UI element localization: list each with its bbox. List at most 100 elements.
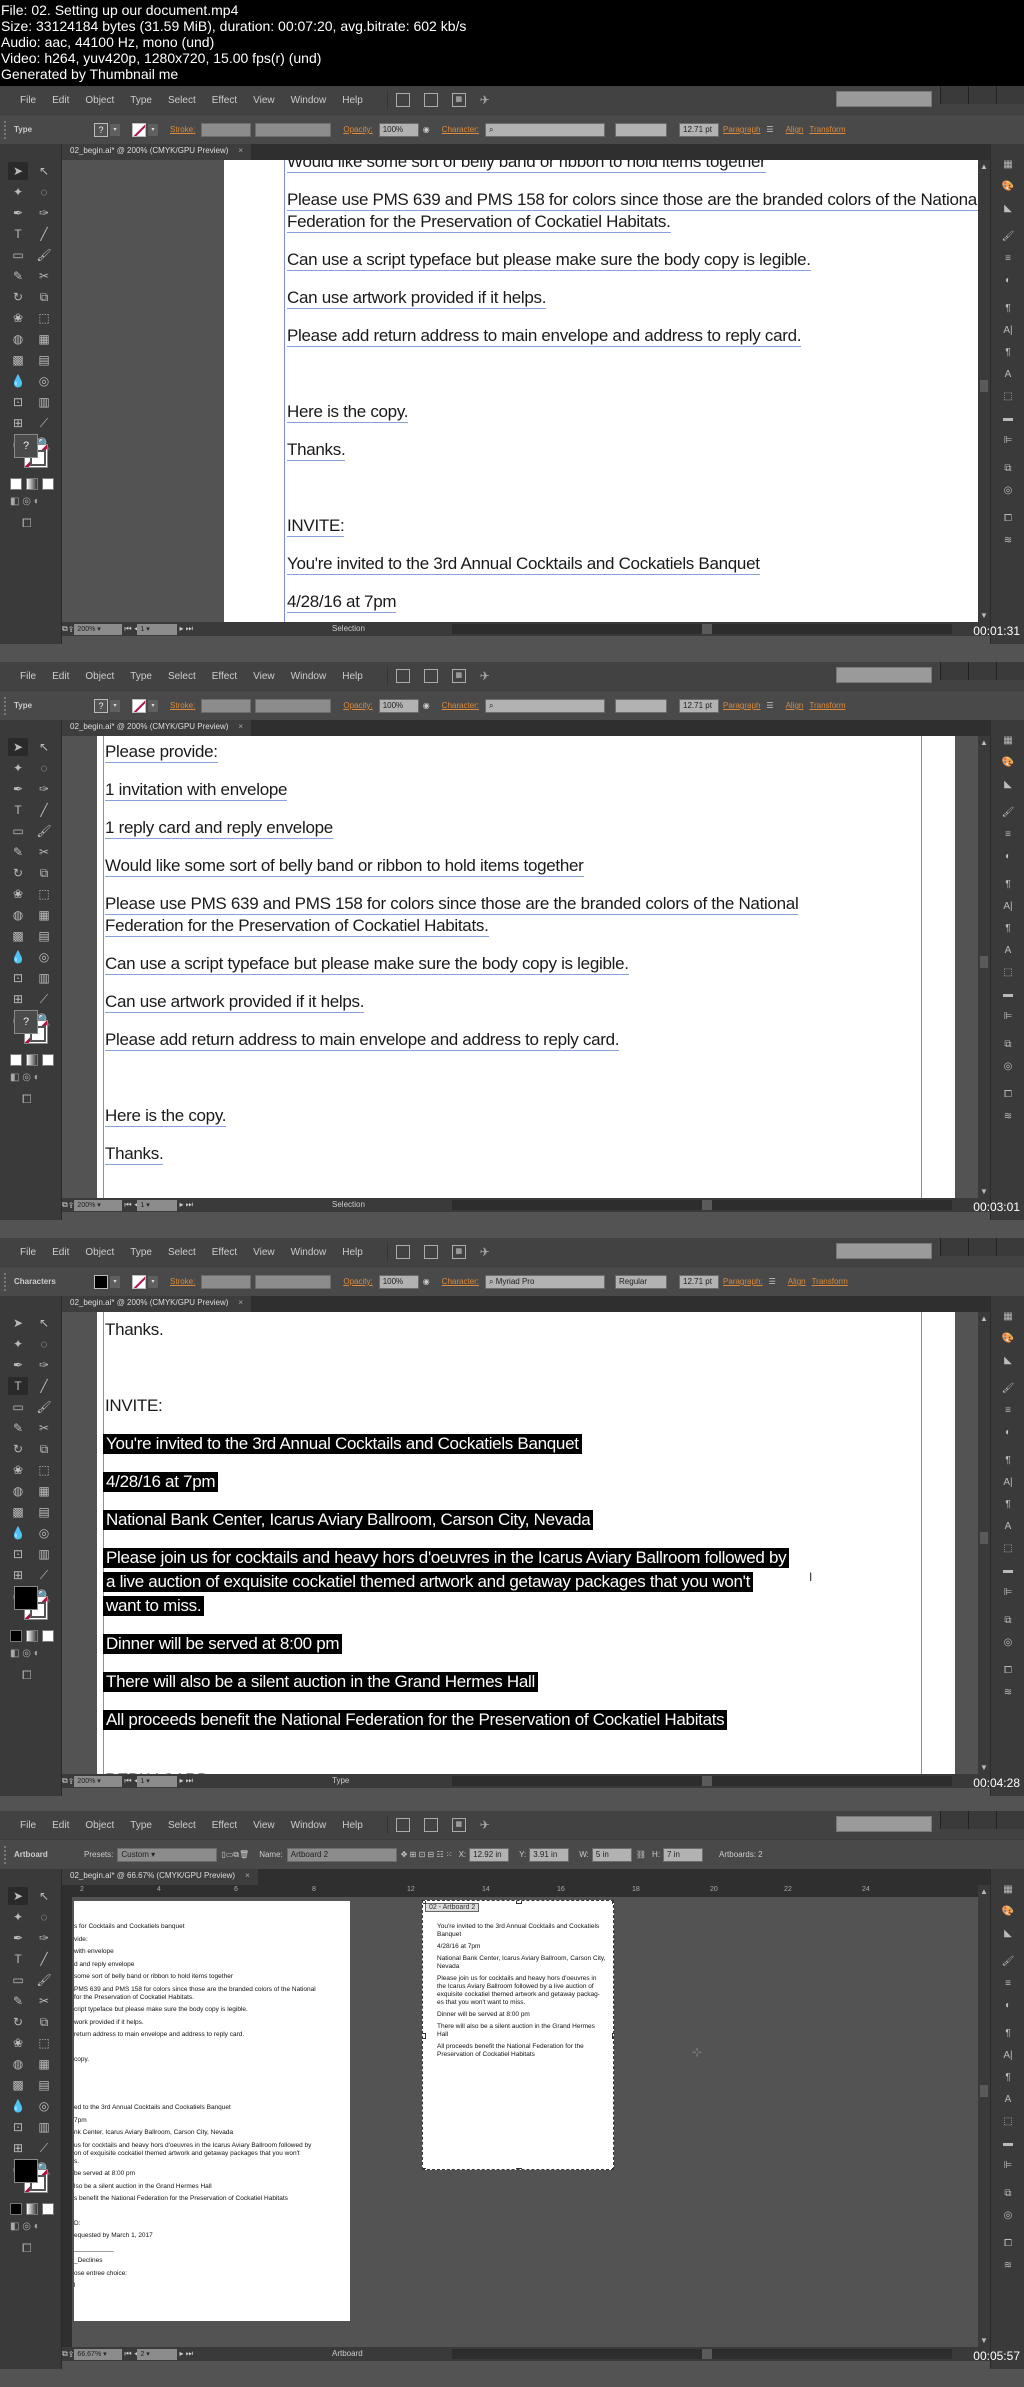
- close-tab-icon[interactable]: ×: [238, 722, 243, 731]
- horizontal-scrollbar[interactable]: [452, 1200, 952, 1210]
- menu-effect[interactable]: Effect: [212, 1247, 237, 1258]
- perspective-grid-tool-icon[interactable]: ▦: [34, 1482, 54, 1500]
- layers-icon[interactable]: ≋: [999, 2259, 1017, 2273]
- first-artboard-icon[interactable]: ⏮ ◂: [124, 1776, 137, 1786]
- menu-edit[interactable]: Edit: [52, 1820, 69, 1831]
- font-style-field[interactable]: [615, 698, 668, 713]
- lasso-tool-icon[interactable]: ◌: [34, 759, 54, 777]
- fill-swatch[interactable]: ?: [94, 698, 108, 713]
- eyedropper-tool-icon[interactable]: 💧: [8, 2097, 28, 2115]
- close-tab-icon[interactable]: ×: [245, 1871, 250, 1880]
- warp-tool-icon[interactable]: ❀: [8, 1461, 28, 1479]
- type-tool-icon[interactable]: T: [8, 1377, 28, 1395]
- column-graph-tool-icon[interactable]: ▥: [34, 2118, 54, 2136]
- align-label[interactable]: Align: [788, 1277, 806, 1286]
- character-styles-icon[interactable]: A: [999, 368, 1017, 382]
- transform-label[interactable]: Transform: [812, 1277, 848, 1286]
- free-transform-tool-icon[interactable]: ⬚: [34, 309, 54, 327]
- none-mode-icon[interactable]: [42, 2203, 54, 2215]
- scroll-thumb[interactable]: [980, 2085, 988, 2097]
- rectangle-tool-icon[interactable]: ▭: [8, 1971, 28, 1989]
- stroke-dropdown-icon[interactable]: ▾: [148, 1275, 158, 1288]
- paragraph-styles-icon[interactable]: ¶: [999, 302, 1017, 316]
- artboard-resize-handle[interactable]: [423, 1901, 426, 1904]
- gpu-performance-icon[interactable]: ✈: [480, 669, 490, 683]
- scissors-tool-icon[interactable]: ✂: [34, 267, 54, 285]
- text-line[interactable]: Federation for the Preservation of Cocka…: [105, 916, 489, 937]
- scroll-up-icon[interactable]: ▲: [980, 738, 988, 747]
- x-position-field[interactable]: 12.92 in: [469, 1847, 510, 1862]
- stroke-swatch[interactable]: [132, 1274, 146, 1289]
- paragraph-icon[interactable]: ¶: [999, 922, 1017, 936]
- arrange-documents-icon[interactable]: ▦: [451, 93, 466, 107]
- menu-effect[interactable]: Effect: [212, 95, 237, 106]
- selected-text-line[interactable]: 4/28/16 at 7pm: [103, 1472, 219, 1492]
- scissors-tool-icon[interactable]: ✂: [34, 1419, 54, 1437]
- text-line[interactable]: You're invited to the 3rd Annual Cocktai…: [287, 554, 760, 575]
- vertical-scrollbar[interactable]: ▲ ▼: [978, 736, 990, 1198]
- artboard-number-field[interactable]: 2 ▾: [137, 2348, 178, 2360]
- type-tool-icon[interactable]: T: [8, 801, 28, 819]
- maximize-button[interactable]: [968, 86, 996, 104]
- blend-tool-icon[interactable]: ◎: [34, 948, 54, 966]
- text-line[interactable]: 1 reply card and reply envelope: [105, 818, 333, 839]
- fill-stroke-widget[interactable]: [14, 1586, 48, 1620]
- bridge-icon[interactable]: [395, 1818, 410, 1832]
- font-style-field[interactable]: Regular: [615, 1274, 668, 1289]
- appearance-icon[interactable]: ◎: [999, 1060, 1017, 1074]
- close-button[interactable]: [996, 86, 1024, 104]
- artboard-2[interactable]: 02 - Artboard 2 You're invited to the 3rd…: [422, 1900, 614, 2170]
- rotate-tool-icon[interactable]: ↻: [8, 2013, 28, 2031]
- menu-window[interactable]: Window: [291, 1820, 327, 1831]
- gradient-tool-icon[interactable]: ▤: [34, 1503, 54, 1521]
- menu-view[interactable]: View: [253, 671, 275, 682]
- transparency-icon[interactable]: ◐: [999, 1426, 1017, 1440]
- rotate-tool-icon[interactable]: ↻: [8, 288, 28, 306]
- artboard-resize-handle[interactable]: [516, 2168, 522, 2169]
- pencil-tool-icon[interactable]: ✎: [8, 267, 28, 285]
- menu-file[interactable]: File: [20, 671, 36, 682]
- paragraph-icon[interactable]: ¶: [999, 1498, 1017, 1512]
- free-transform-tool-icon[interactable]: ⬚: [34, 1461, 54, 1479]
- color-guide-icon[interactable]: ▦: [999, 158, 1017, 172]
- color-mode-icon[interactable]: [10, 1054, 22, 1066]
- close-button[interactable]: [996, 1811, 1024, 1829]
- help-search-input[interactable]: [836, 1243, 932, 1259]
- perspective-grid-tool-icon[interactable]: ▦: [34, 330, 54, 348]
- type-tool-icon[interactable]: T: [8, 225, 28, 243]
- paintbrush-tool-icon[interactable]: 🖌: [34, 1398, 54, 1416]
- slice-tool-icon[interactable]: ⟋: [34, 990, 54, 1008]
- stroke-dropdown-icon[interactable]: ▾: [148, 699, 158, 712]
- symbol-sprayer-tool-icon[interactable]: ⊡: [8, 969, 28, 987]
- change-screen-mode-icon[interactable]: ⧠: [22, 2241, 32, 2256]
- close-button[interactable]: [996, 662, 1024, 680]
- scale-tool-icon[interactable]: ⧉: [34, 2013, 54, 2031]
- eyedropper-tool-icon[interactable]: 💧: [8, 372, 28, 390]
- appearance-icon[interactable]: ◎: [999, 484, 1017, 498]
- paragraph-icon[interactable]: ¶: [999, 346, 1017, 360]
- scroll-up-icon[interactable]: ▲: [980, 1314, 988, 1323]
- swatches-icon[interactable]: ▬: [999, 412, 1017, 426]
- stroke-weight-field[interactable]: [201, 698, 252, 713]
- change-screen-mode-icon[interactable]: ⧠: [22, 516, 32, 531]
- rectangle-tool-icon[interactable]: ▭: [8, 1398, 28, 1416]
- horizontal-scroll-thumb[interactable]: [702, 2349, 712, 2359]
- lasso-tool-icon[interactable]: ◌: [34, 1335, 54, 1353]
- artboard-tool-icon[interactable]: ⊞: [8, 2139, 28, 2157]
- artboard-name-field[interactable]: Artboard 2: [286, 1847, 397, 1862]
- menu-help[interactable]: Help: [342, 671, 363, 682]
- menu-view[interactable]: View: [253, 95, 275, 106]
- menu-edit[interactable]: Edit: [52, 95, 69, 106]
- selected-text-line[interactable]: Dinner will be served at 8:00 pm: [103, 1634, 343, 1654]
- canvas[interactable]: Thanks. INVITE: You're invited to the 3rd …: [62, 1312, 990, 1774]
- text-line[interactable]: Please provide:: [105, 742, 218, 763]
- export-icon[interactable]: ⇪: [68, 625, 75, 634]
- fill-stroke-widget[interactable]: ?: [14, 1010, 48, 1044]
- recolor-icon[interactable]: ◉: [423, 125, 430, 134]
- character-styles-icon[interactable]: A: [999, 1520, 1017, 1534]
- stroke-swatch[interactable]: [132, 122, 146, 137]
- bridge-icon[interactable]: [395, 1245, 410, 1259]
- pen-tool-icon[interactable]: ✒: [8, 780, 28, 798]
- shape-builder-tool-icon[interactable]: ◍: [8, 2055, 28, 2073]
- control-panel-grip[interactable]: [4, 120, 8, 139]
